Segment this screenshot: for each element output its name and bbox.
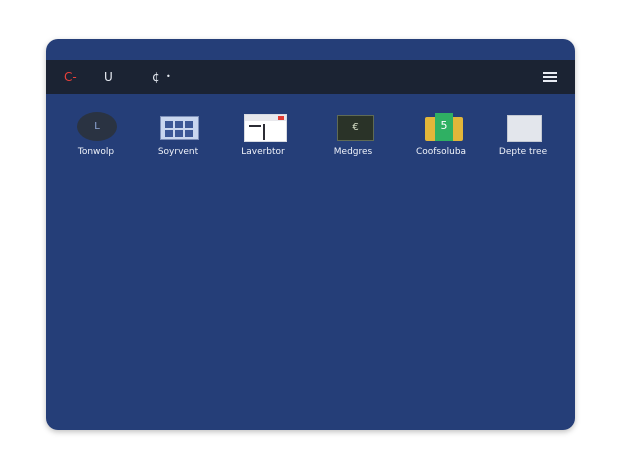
app-medgres[interactable]: € Medgres [308, 111, 398, 157]
app-label: Medgres [333, 147, 373, 157]
app-tonwolp[interactable]: L Tonwolp [51, 111, 141, 157]
undo-icon[interactable]: U [104, 69, 113, 85]
app-label: Depte tree [498, 147, 548, 157]
app-label: Soyrvent [157, 147, 199, 157]
app-coofsoluba[interactable]: 5 Coofsoluba [396, 111, 486, 157]
folder-doc-icon: 5 [425, 113, 463, 141]
layout-window-icon [244, 114, 287, 142]
app-laverbtor[interactable]: Laverbtor [218, 111, 308, 157]
app-grid: L Tonwolp Soyrvent Laverbtor € Medgres 5… [46, 111, 575, 171]
app-label: Laverbtor [241, 147, 285, 157]
hamburger-menu-icon[interactable] [543, 72, 557, 82]
top-bar: C- U ¢ • [46, 60, 575, 94]
app-soyrvent[interactable]: Soyrvent [133, 111, 223, 157]
blank-window-icon [507, 115, 542, 142]
power-icon[interactable]: C- [64, 69, 77, 85]
dot-icon: • [166, 72, 171, 81]
app-label: Tonwolp [77, 147, 115, 157]
software-grid-icon [160, 116, 199, 140]
app-depte-tree[interactable]: Depte tree [478, 111, 568, 157]
media-icon: € [337, 115, 374, 141]
desktop-window: C- U ¢ • L Tonwolp Soyrvent Laverbtor € … [46, 39, 575, 430]
app-label: Coofsoluba [415, 147, 467, 157]
settings-icon[interactable]: ¢ [152, 69, 160, 85]
clock-icon: L [77, 112, 117, 141]
